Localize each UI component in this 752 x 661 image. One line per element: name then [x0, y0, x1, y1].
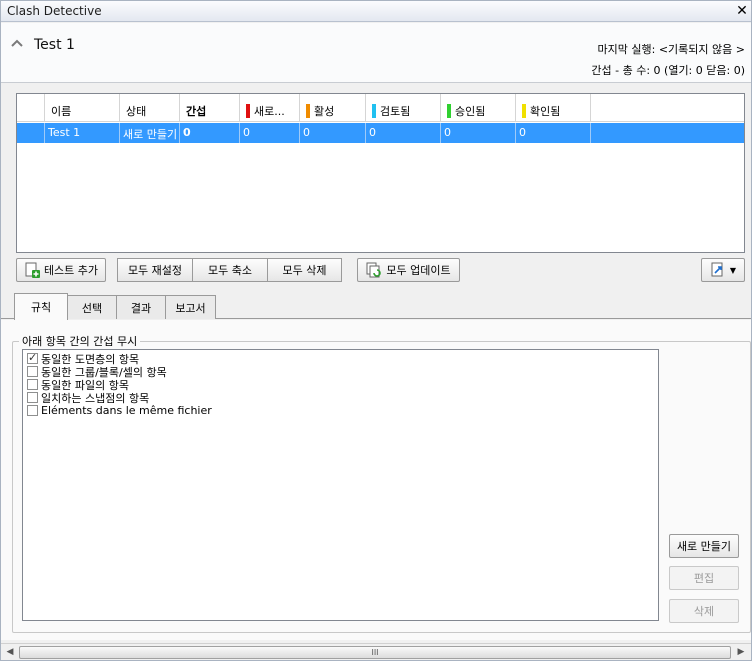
add-test-icon [25, 262, 40, 278]
tab-report[interactable]: 보고서 [165, 295, 216, 319]
cell-clashes: 0 [180, 123, 240, 143]
new-rule-label: 새로 만들기 [676, 540, 732, 553]
grid-col-resolved[interactable]: 확인됨 [516, 94, 591, 122]
status-color-swatch [372, 104, 376, 118]
reset-all-button[interactable]: 모두 재설정 [117, 258, 193, 282]
cell-new: 0 [240, 123, 300, 143]
column-label: 상태 [126, 105, 147, 118]
window-title: Clash Detective [7, 4, 102, 18]
tab-label: 결과 [130, 301, 152, 315]
title-bar: Clash Detective ✕ [0, 0, 752, 22]
update-all-label: 모두 업데이트 [386, 264, 451, 277]
rule-label: Eléments dans le même fichier [41, 404, 212, 417]
new-rule-button[interactable]: 새로 만들기 [669, 534, 739, 558]
column-label: 검토됨 [380, 105, 411, 118]
column-label: 새로... [254, 105, 285, 118]
column-label: 확인됨 [530, 105, 561, 118]
cell-reviewed: 0 [366, 123, 441, 143]
grid-col-reviewed[interactable]: 검토됨 [366, 94, 441, 122]
column-label: 이름 [51, 105, 72, 118]
test-title: Test 1 [34, 37, 75, 53]
edit-rule-button[interactable]: 편집 [669, 566, 739, 590]
delete-all-button[interactable]: 모두 삭제 [267, 258, 342, 282]
row-marker [17, 123, 45, 143]
grid-col-active[interactable]: 활성 [300, 94, 366, 122]
list-item[interactable]: 일치하는 스냅점의 항목 [27, 391, 149, 405]
grid-col-new[interactable]: 새로... [240, 94, 300, 122]
tab-select[interactable]: 선택 [67, 295, 117, 319]
column-label: 간섭 [186, 105, 207, 118]
grid-col-approved[interactable]: 승인됨 [441, 94, 516, 122]
checkbox[interactable] [27, 392, 38, 403]
ignore-clashes-legend: 아래 항목 간의 간섭 무시 [19, 333, 141, 349]
column-label: 활성 [314, 105, 335, 118]
tab-rules[interactable]: 규칙 [14, 293, 68, 320]
status-color-swatch [306, 104, 310, 118]
delete-rule-label: 삭제 [693, 605, 715, 618]
list-item[interactable]: Eléments dans le même fichier [27, 404, 212, 417]
delete-rule-button[interactable]: 삭제 [669, 599, 739, 623]
tab-label: 규칙 [30, 301, 52, 314]
rules-list: 동일한 도면층의 항목 동일한 그룹/블록/셀의 항목 동일한 파일의 항목 일… [22, 349, 659, 621]
grid-col-name[interactable]: 이름 [45, 94, 120, 122]
tests-grid: 이름 상태 간섭 새로... 활성 검토됨 승인됨 확인됨 Test 1 새로 … [16, 93, 745, 253]
cell-active: 0 [300, 123, 366, 143]
reset-all-label: 모두 재설정 [127, 264, 183, 277]
checkbox[interactable] [27, 405, 38, 416]
cell-name: Test 1 [45, 123, 120, 143]
scroll-right-icon[interactable]: ▶ [734, 646, 748, 659]
column-label: 승인됨 [455, 105, 486, 118]
scroll-grip: III [371, 648, 379, 657]
update-all-icon [366, 262, 382, 278]
chevron-down-icon: ▼ [729, 265, 737, 275]
table-row[interactable]: Test 1 새로 만들기 0 0 0 0 0 0 [17, 123, 744, 143]
cell-approved: 0 [441, 123, 516, 143]
last-run-label: 마지막 실행: <기록되지 않음 > [597, 43, 745, 56]
tab-label: 선택 [81, 301, 103, 315]
grid-col-status[interactable]: 상태 [120, 94, 180, 122]
collapse-chevron-icon[interactable] [10, 36, 24, 50]
scroll-thumb[interactable]: III [19, 646, 731, 659]
status-color-swatch [246, 104, 250, 118]
scroll-left-icon[interactable]: ◀ [3, 646, 17, 659]
cell-resolved: 0 [516, 123, 591, 143]
export-dropdown-button[interactable]: ▼ [701, 258, 745, 282]
add-test-label: 테스트 추가 [43, 264, 99, 277]
update-all-button[interactable]: 모두 업데이트 [357, 258, 460, 282]
delete-all-label: 모두 삭제 [282, 264, 327, 277]
grid-col-marker[interactable] [17, 94, 45, 122]
checkbox[interactable] [27, 351, 38, 364]
close-icon[interactable]: ✕ [734, 2, 750, 20]
clash-summary: 간섭 - 총 수: 0 (열기: 0 닫음: 0) [591, 64, 745, 77]
grid-header: 이름 상태 간섭 새로... 활성 검토됨 승인됨 확인됨 [17, 94, 744, 122]
tab-results[interactable]: 결과 [116, 295, 166, 319]
tab-label: 보고서 [175, 301, 206, 315]
edit-rule-label: 편집 [693, 572, 715, 585]
status-color-swatch [522, 104, 526, 118]
grid-col-clashes[interactable]: 간섭 [180, 94, 240, 122]
checkbox[interactable] [27, 379, 38, 390]
checkbox[interactable] [27, 366, 38, 377]
export-icon [711, 262, 723, 277]
horizontal-scrollbar[interactable]: ◀ III ▶ [1, 643, 751, 660]
compact-all-label: 모두 축소 [208, 264, 252, 277]
status-color-swatch [447, 104, 451, 118]
add-test-button[interactable]: 테스트 추가 [16, 258, 106, 282]
compact-all-button[interactable]: 모두 축소 [192, 258, 268, 282]
cell-status: 새로 만들기 [120, 123, 180, 143]
